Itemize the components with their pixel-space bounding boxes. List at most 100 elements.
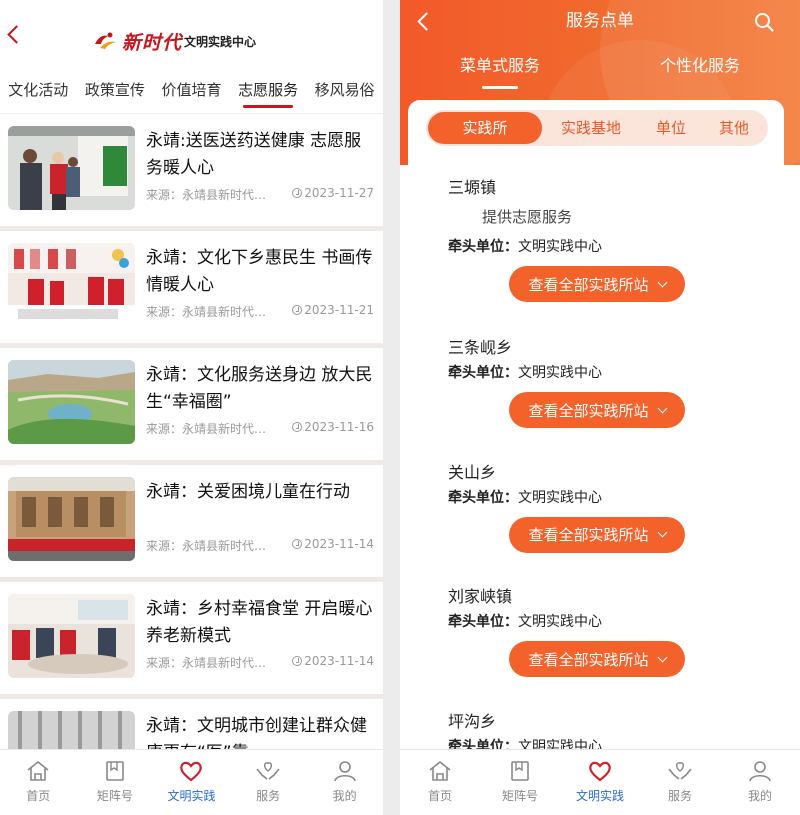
user-icon (749, 761, 771, 782)
town-name: 三条岘乡 (448, 338, 513, 357)
tab-culture[interactable]: 文化活动 (0, 66, 77, 114)
segment-unit[interactable]: 单位 (640, 112, 702, 144)
segment-practice-base[interactable]: 实践基地 (542, 112, 640, 144)
header: 新时代 文明实践中心 (0, 0, 383, 66)
news-meta: 来源：永靖县新时代… 2023-11-16 (146, 420, 374, 437)
tabbar-label: 首页 (26, 789, 51, 803)
news-screen: 新时代 文明实践中心 文化活动 政策宣传 价值培育 志愿服务 移风易俗 永靖:送… (0, 0, 383, 815)
tabbar-label: 矩阵号 (96, 789, 133, 803)
mode-tabs: 菜单式服务 个性化服务 (400, 52, 800, 89)
town-list-rest: 三条岘乡 牵头单位：文明实践中心 查看全部实践所站 关山乡 牵头单位：文明实践中… (408, 320, 784, 815)
heart-icon (589, 761, 611, 782)
list-item: 刘家峡镇 牵头单位：文明实践中心 查看全部实践所站 (408, 569, 784, 694)
tabbar-label: 首页 (427, 789, 452, 803)
tabbar-item-service[interactable]: 服务 (230, 750, 307, 815)
news-meta: 来源：永靖县新时代… 2023-11-21 (146, 303, 374, 320)
lead-unit: 牵头单位：文明实践中心 (448, 487, 602, 507)
tabbar-item-matrix[interactable]: 矩阵号 (77, 750, 154, 815)
lead-label: 牵头单位： (448, 489, 518, 506)
list-item[interactable]: 永靖:送医送药送健康 志愿服务暖人心 来源：永靖县新时代… 2023-11-27 (0, 114, 383, 231)
search-icon[interactable] (754, 12, 774, 32)
list-item[interactable]: 永靖：关爱困境儿童在行动 来源：永靖县新时代… 2023-11-14 (0, 465, 383, 582)
content-card: 实践所 实践基地 单位 其他 三塬镇 提供志愿服务 牵头单位：文明实践中心 查看… (408, 100, 784, 800)
news-date-wrap: 2023-11-27 (292, 186, 374, 203)
news-date: 2023-11-14 (304, 537, 374, 551)
user-icon (333, 761, 356, 782)
news-source: 来源：永靖县新时代… (146, 656, 267, 670)
clock-icon (292, 656, 303, 666)
news-title: 永靖:送医送药送健康 志愿服务暖人心 (146, 131, 362, 178)
logo-sub-text: 文明实践中心 (184, 34, 257, 49)
news-date-wrap: 2023-11-21 (292, 303, 374, 320)
list-item[interactable]: 永靖：文化下乡惠民生 书画传情暖人心 来源：永靖县新时代… 2023-11-21 (0, 231, 383, 348)
lead-unit: 牵头单位：文明实践中心 (448, 236, 602, 256)
tabbar-item-service[interactable]: 服务 (640, 750, 720, 815)
tabbar-label: 服务 (667, 789, 692, 803)
tab-menu-service[interactable]: 菜单式服务 (400, 52, 600, 89)
news-thumbnail (8, 477, 135, 561)
view-all-stations-button[interactable]: 查看全部实践所站 (509, 641, 685, 677)
bottom-tab-bar: 首页 矩阵号 文明实践 服务 我的 (0, 749, 383, 815)
tabbar-item-mine[interactable]: 我的 (720, 750, 800, 815)
tabbar-label: 文明实践 (167, 789, 216, 803)
logo-main-text: 新时代 (122, 31, 183, 54)
hands-heart-icon (256, 762, 280, 780)
tab-values[interactable]: 价值培育 (153, 66, 230, 114)
news-thumbnail (8, 360, 135, 444)
news-date-wrap: 2023-11-16 (292, 420, 374, 437)
news-date-wrap: 2023-11-14 (292, 537, 374, 554)
town-name: 刘家峡镇 (448, 587, 513, 606)
view-all-stations-button[interactable]: 查看全部实践所站 (509, 392, 685, 428)
town-name: 坪沟乡 (448, 711, 497, 731)
news-list: 永靖:送医送药送健康 志愿服务暖人心 来源：永靖县新时代… 2023-11-27… (0, 114, 383, 815)
segment-practice-station[interactable]: 实践所 (428, 112, 542, 144)
list-item[interactable]: 永靖：乡村幸福食堂 开启暖心养老新模式 来源：永靖县新时代… 2023-11-1… (0, 582, 383, 699)
clock-icon (292, 188, 303, 198)
list-item: 三条岘乡 牵头单位：文明实践中心 查看全部实践所站 (408, 320, 784, 445)
segment-control: 实践所 实践基地 单位 其他 (426, 110, 768, 146)
chevron-down-icon (657, 277, 667, 287)
tab-policy[interactable]: 政策宣传 (77, 66, 154, 114)
tabbar-item-home[interactable]: 首页 (400, 750, 480, 815)
tabbar-item-matrix[interactable]: 矩阵号 (480, 750, 560, 815)
button-label: 查看全部实践所站 (528, 401, 649, 420)
segment-other[interactable]: 其他 (702, 112, 766, 144)
tabbar-label: 文明实践 (575, 789, 624, 803)
tabbar-item-practice[interactable]: 文明实践 (153, 750, 230, 815)
button-label: 查看全部实践所站 (528, 650, 649, 669)
button-label: 查看全部实践所站 (528, 526, 649, 544)
news-title: 永靖：关爱困境儿童在行动 (146, 482, 350, 502)
clock-icon (292, 422, 303, 432)
list-item[interactable]: 永靖：文化服务送身边 放大民生“幸福圈” 来源：永靖县新时代… 2023-11-… (0, 348, 383, 465)
news-thumbnail (8, 126, 135, 210)
view-all-stations-button[interactable]: 查看全部实践所站 (509, 266, 685, 302)
news-meta: 来源：永靖县新时代… 2023-11-14 (146, 537, 374, 554)
logo: 新时代 文明实践中心 (92, 28, 256, 54)
tab-customs[interactable]: 移风易俗 (306, 66, 383, 114)
bottom-tab-bar: 首页 矩阵号 文明实践 服务 我的 (400, 749, 800, 815)
tabbar-label: 我的 (332, 789, 357, 803)
heart-icon (180, 761, 203, 782)
town-name: 关山乡 (448, 462, 497, 482)
tabbar-item-home[interactable]: 首页 (0, 750, 77, 815)
view-all-stations-button[interactable]: 查看全部实践所站 (509, 516, 685, 553)
list-item: 关山乡 牵头单位：文明实践中心 查看全部实践所站 (408, 445, 784, 570)
news-title: 永靖：文化下乡惠民生 书画传情暖人心 (146, 248, 373, 295)
town-desc: 提供志愿服务 (482, 208, 573, 226)
lead-value: 文明实践中心 (518, 489, 602, 506)
lead-unit: 牵头单位：文明实践中心 (448, 611, 602, 631)
tab-volunteer[interactable]: 志愿服务 (230, 66, 307, 114)
tabbar-item-practice[interactable]: 文明实践 (560, 750, 640, 815)
news-source: 来源：永靖县新时代… (146, 422, 267, 436)
tabbar-item-mine[interactable]: 我的 (306, 750, 383, 815)
chevron-down-icon (657, 527, 667, 538)
lead-value: 文明实践中心 (518, 239, 602, 255)
news-source: 来源：永靖县新时代… (146, 305, 267, 319)
back-icon[interactable] (7, 25, 26, 44)
tabbar-label: 矩阵号 (501, 789, 538, 803)
news-title: 永靖：文化服务送身边 放大民生“幸福圈” (146, 365, 373, 412)
news-thumbnail (8, 594, 135, 678)
tab-custom-service[interactable]: 个性化服务 (600, 52, 800, 80)
news-date: 2023-11-27 (304, 186, 374, 200)
hands-heart-icon (668, 762, 692, 780)
